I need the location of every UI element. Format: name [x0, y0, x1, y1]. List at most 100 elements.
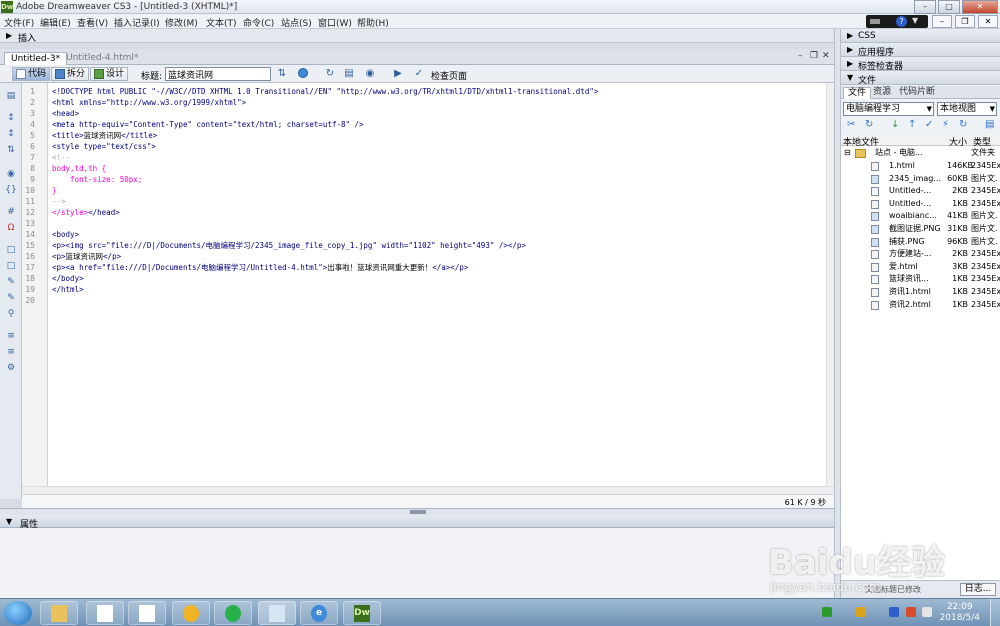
- apply-comment-icon[interactable]: □: [5, 245, 17, 255]
- check-out-icon[interactable]: ✓: [925, 119, 933, 130]
- doc-minimize-button[interactable]: –: [932, 15, 952, 28]
- doc-close-icon[interactable]: ✕: [822, 51, 830, 61]
- view-select[interactable]: 本地视图 ▼: [937, 102, 997, 116]
- taskbar-app-green[interactable]: [172, 601, 210, 625]
- css-panel-header[interactable]: ▶ CSS: [841, 29, 1000, 43]
- outdent-icon[interactable]: ≡: [5, 347, 17, 357]
- menu-text[interactable]: 文本(T): [206, 16, 237, 29]
- code-line[interactable]: </style></head>: [48, 207, 826, 218]
- code-line[interactable]: </body>: [48, 273, 826, 284]
- site-root-row[interactable]: ⊟ 站点 - 电脑... 文件夹: [841, 147, 1000, 159]
- doc-restore-button[interactable]: ❐: [955, 15, 975, 28]
- menu-commands[interactable]: 命令(C): [243, 16, 274, 29]
- log-button[interactable]: 日志...: [960, 583, 996, 596]
- tray-volume-icon[interactable]: [922, 607, 932, 617]
- taskbar-active-app[interactable]: [258, 601, 296, 625]
- code-editor[interactable]: <!DOCTYPE html PUBLIC "-//W3C//DTD XHTML…: [48, 83, 826, 486]
- horizontal-scrollbar[interactable]: [22, 486, 834, 494]
- doc-restore-icon[interactable]: ❐: [810, 51, 818, 61]
- files-panel-header[interactable]: ▼ 文件: [841, 71, 1000, 86]
- line-numbers-icon[interactable]: #: [5, 207, 17, 217]
- file-row[interactable]: 爱.html 3KB2345Ex.: [841, 261, 1000, 273]
- show-desktop-button[interactable]: [990, 599, 1000, 626]
- file-row[interactable]: 资讯2.html 1KB2345Ex.: [841, 299, 1000, 311]
- put-files-icon[interactable]: ↑: [908, 119, 916, 130]
- wrap-tag-icon[interactable]: ✎: [5, 277, 17, 287]
- menu-file[interactable]: 文件(F): [4, 16, 34, 29]
- code-line[interactable]: [48, 218, 826, 229]
- design-view-button[interactable]: 设计: [90, 67, 129, 81]
- workspace-switcher[interactable]: ? ▼: [866, 15, 928, 28]
- menu-help[interactable]: 帮助(H): [357, 16, 389, 29]
- code-line[interactable]: <head>: [48, 108, 826, 119]
- refresh-icon[interactable]: ↻: [324, 68, 336, 80]
- menu-window[interactable]: 窗口(W): [318, 16, 352, 29]
- code-line[interactable]: <html xmlns="http://www.w3.org/1999/xhtm…: [48, 97, 826, 108]
- open-documents-icon[interactable]: ▤: [5, 91, 17, 101]
- file-row[interactable]: 1.html 146KB2345Ex.: [841, 160, 1000, 172]
- system-clock[interactable]: 22:09 2018/5/4: [940, 602, 980, 624]
- properties-panel-header[interactable]: ▼ 属性: [0, 515, 834, 530]
- code-line[interactable]: <!DOCTYPE html PUBLIC "-//W3C//DTD XHTML…: [48, 86, 826, 97]
- taskbar-ie[interactable]: e: [300, 601, 338, 625]
- taskbar-document-2[interactable]: [128, 601, 166, 625]
- view-options-icon[interactable]: ▤: [343, 68, 355, 80]
- drag-handle-icon[interactable]: [410, 510, 426, 514]
- menu-insert[interactable]: 插入记录(I): [114, 16, 160, 29]
- tray-flag-icon[interactable]: [856, 607, 866, 617]
- application-panel-header[interactable]: ▶ 应用程序: [841, 43, 1000, 58]
- panel-divider[interactable]: [0, 508, 834, 515]
- tag-inspector-header[interactable]: ▶ 标签检查器: [841, 57, 1000, 72]
- code-line[interactable]: body,td,th {: [48, 163, 826, 174]
- code-line[interactable]: }: [48, 185, 826, 196]
- recent-snippets-icon[interactable]: ✎: [5, 293, 17, 303]
- select-parent-tag-icon[interactable]: ◉: [5, 169, 17, 179]
- tray-app-icon[interactable]: [822, 607, 832, 617]
- file-row[interactable]: 资讯1.html 1KB2345Ex.: [841, 286, 1000, 298]
- expand-panel-icon[interactable]: ▤: [985, 119, 994, 130]
- close-button[interactable]: ✕: [962, 0, 998, 14]
- taskbar-explorer[interactable]: [40, 601, 78, 625]
- site-select[interactable]: 电脑编程学习 ▼: [843, 102, 934, 116]
- tray-shield-icon[interactable]: [889, 607, 899, 617]
- synchronize-icon[interactable]: ↻: [959, 119, 967, 130]
- preview-browser-icon[interactable]: [297, 68, 309, 80]
- code-line[interactable]: <style type="text/css">: [48, 141, 826, 152]
- check-page-icon[interactable]: ✓: [413, 68, 425, 80]
- validate-markup-icon[interactable]: ▶: [392, 68, 404, 80]
- tab-snippets[interactable]: 代码片断: [895, 87, 939, 99]
- file-row[interactable]: 2345_imag... 60KB 图片文.: [841, 173, 1000, 185]
- get-files-icon[interactable]: ↓: [891, 119, 899, 130]
- help-icon[interactable]: ?: [896, 16, 907, 27]
- code-line[interactable]: [48, 295, 826, 306]
- menu-modify[interactable]: 修改(M): [165, 16, 198, 29]
- check-in-icon[interactable]: ⚡: [942, 119, 949, 130]
- start-button[interactable]: [4, 601, 32, 625]
- menu-site[interactable]: 站点(S): [281, 16, 312, 29]
- menu-view[interactable]: 查看(V): [77, 16, 108, 29]
- insert-bar[interactable]: ▶ 插入: [0, 29, 834, 44]
- minimize-button[interactable]: –: [914, 0, 936, 14]
- code-line[interactable]: font-size: 50px;: [48, 174, 826, 185]
- file-row[interactable]: Untitled-... 2KB2345Ex.: [841, 185, 1000, 197]
- expand-all-icon[interactable]: ⇅: [5, 145, 17, 155]
- code-line[interactable]: <meta http-equiv="Content-Type" content=…: [48, 119, 826, 130]
- tab-files[interactable]: 文件: [843, 87, 872, 99]
- collapse-selection-icon[interactable]: ↕: [5, 129, 17, 139]
- code-line[interactable]: -->: [48, 196, 826, 207]
- tab-untitled-4[interactable]: Untitled-4.html*: [60, 52, 144, 65]
- format-source-icon[interactable]: ⚙: [5, 363, 17, 373]
- file-row[interactable]: 篮球资讯... 1KB2345Ex.: [841, 273, 1000, 285]
- code-line[interactable]: <p><img src="file:///D|/Documents/电脑编程学习…: [48, 240, 826, 251]
- file-row[interactable]: 捕获.PNG 96KB 图片文.: [841, 236, 1000, 248]
- split-view-button[interactable]: 拆分: [51, 67, 90, 81]
- file-row[interactable]: 方便建站-... 2KB2345Ex.: [841, 248, 1000, 260]
- title-input[interactable]: [165, 67, 271, 81]
- code-line[interactable]: <p>篮球资讯网</p>: [48, 251, 826, 262]
- maximize-button[interactable]: □: [938, 0, 960, 14]
- panel-splitter[interactable]: [834, 29, 841, 598]
- taskbar-media-player[interactable]: [214, 601, 252, 625]
- menu-edit[interactable]: 编辑(E): [40, 16, 71, 29]
- code-line[interactable]: <title>篮球资讯网</title>: [48, 130, 826, 141]
- check-page-label[interactable]: 检查页面: [431, 69, 467, 82]
